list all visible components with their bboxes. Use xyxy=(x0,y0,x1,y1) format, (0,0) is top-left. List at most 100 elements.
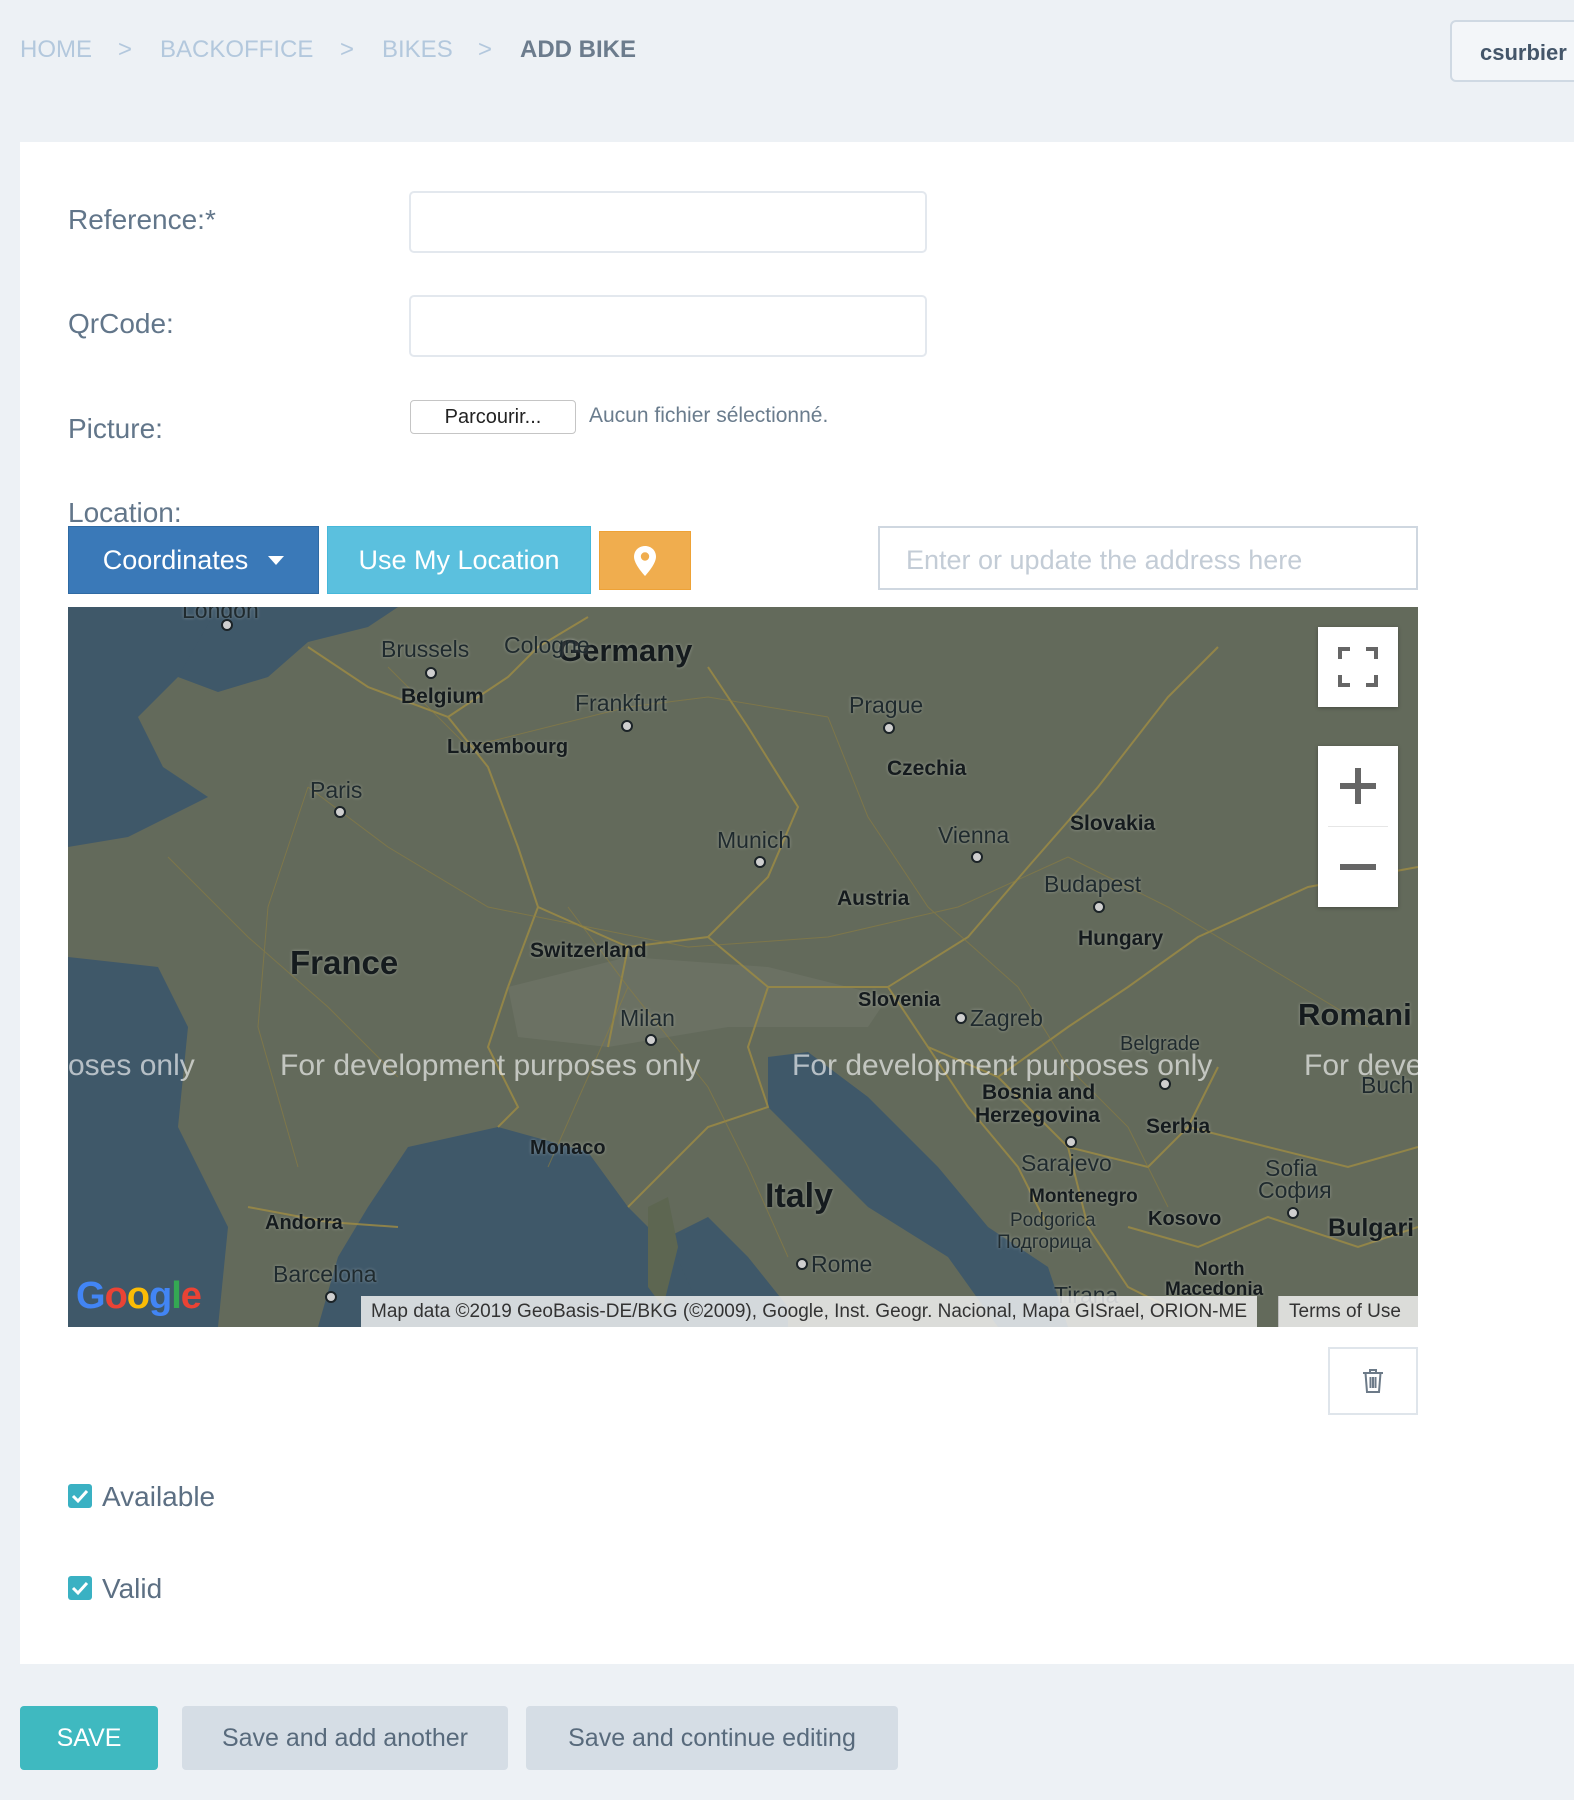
map-marker-icon xyxy=(634,545,656,576)
city-dot xyxy=(425,667,437,679)
breadcrumb-bikes[interactable]: BIKES xyxy=(382,36,453,64)
checkmark-icon xyxy=(71,1581,89,1596)
map-label: Herzegovina xyxy=(975,1104,1100,1127)
map-label: Luxembourg xyxy=(447,736,569,758)
address-placeholder: Enter or update the address here xyxy=(906,545,1303,575)
map-label: Paris xyxy=(310,777,363,803)
google-logo: Google xyxy=(76,1275,202,1317)
reference-input[interactable] xyxy=(409,191,927,253)
breadcrumb-separator: > xyxy=(478,36,493,63)
map-label: Brussels xyxy=(381,636,470,662)
map[interactable]: Germany Belgium Luxembourg Czechia Slova… xyxy=(68,607,1418,1327)
breadcrumb-current: ADD BIKE xyxy=(520,36,637,63)
zoom-control xyxy=(1318,746,1398,907)
map-label: Подгорица xyxy=(997,1232,1092,1253)
city-dot xyxy=(334,806,346,818)
city-dot xyxy=(883,722,895,734)
save-and-continue-button[interactable]: Save and continue editing xyxy=(526,1706,898,1770)
city-dot xyxy=(955,1012,967,1024)
clear-location-button[interactable] xyxy=(1328,1347,1418,1415)
use-my-location-button[interactable]: Use My Location xyxy=(327,526,591,594)
city-dot xyxy=(971,851,983,863)
map-label: Vienna xyxy=(938,822,1010,848)
map-label: София xyxy=(1258,1177,1332,1203)
use-my-location-label: Use My Location xyxy=(358,544,560,575)
qrcode-input[interactable] xyxy=(409,295,927,357)
city-dot xyxy=(1287,1207,1299,1219)
city-dot xyxy=(1093,901,1105,913)
map-label: Cologne xyxy=(504,632,590,658)
breadcrumb-home[interactable]: HOME xyxy=(20,36,92,64)
city-dot xyxy=(796,1258,808,1270)
trash-icon xyxy=(1363,1369,1383,1393)
address-input[interactable]: Enter or update the address here xyxy=(878,526,1418,590)
map-label: Podgorica xyxy=(1010,1210,1096,1231)
fullscreen-icon xyxy=(1338,647,1378,687)
fullscreen-button[interactable] xyxy=(1318,627,1398,707)
available-checkbox[interactable] xyxy=(68,1484,92,1508)
valid-label: Valid xyxy=(102,1573,163,1604)
map-label: Montenegro xyxy=(1029,1186,1138,1207)
zoom-out-button[interactable] xyxy=(1318,827,1398,907)
minus-icon xyxy=(1340,864,1376,870)
terms-of-use-link[interactable]: Terms of Use xyxy=(1278,1296,1418,1327)
map-label: Romani xyxy=(1298,997,1412,1032)
map-label: Switzerland xyxy=(530,939,647,962)
map-label: Andorra xyxy=(265,1212,343,1234)
city-dot xyxy=(754,856,766,868)
map-label: Zagreb xyxy=(970,1005,1043,1031)
save-button[interactable]: SAVE xyxy=(20,1706,158,1770)
qrcode-label: QrCode: xyxy=(68,308,174,339)
map-label: Bulgari xyxy=(1328,1214,1415,1242)
picture-label: Picture: xyxy=(68,413,163,444)
caret-down-icon xyxy=(268,555,285,565)
user-menu-button[interactable]: csurbier xyxy=(1450,20,1574,82)
map-label: Italy xyxy=(765,1177,834,1215)
reference-label: Reference:* xyxy=(68,204,216,235)
map-label: Sarajevo xyxy=(1021,1150,1112,1176)
map-watermark: For development purposes only xyxy=(280,1049,701,1082)
map-label: Barcelona xyxy=(273,1261,377,1287)
browse-file-button[interactable]: Parcourir... xyxy=(410,400,576,434)
city-dot xyxy=(621,720,633,732)
coordinates-dropdown[interactable]: Coordinates xyxy=(68,526,319,594)
valid-checkbox[interactable] xyxy=(68,1576,92,1600)
breadcrumb-backoffice[interactable]: BACKOFFICE xyxy=(160,36,313,64)
map-watermark: For deve xyxy=(1304,1049,1418,1082)
map-watermark: For development purposes only xyxy=(792,1049,1213,1082)
map-label: France xyxy=(290,944,399,981)
map-label: Frankfurt xyxy=(575,690,668,716)
username: csurbier xyxy=(1480,40,1567,65)
file-status: Aucun fichier sélectionné. xyxy=(589,404,829,427)
map-label: Munich xyxy=(717,827,792,853)
map-label: Slovakia xyxy=(1070,812,1156,835)
map-label: Kosovo xyxy=(1148,1208,1222,1230)
map-label: London xyxy=(182,607,259,623)
map-watermark: oses only xyxy=(68,1049,195,1082)
city-dot xyxy=(221,619,233,631)
map-label: North xyxy=(1194,1259,1245,1280)
map-pin-button[interactable] xyxy=(599,531,691,590)
coordinates-label: Coordinates xyxy=(102,544,249,575)
plus-icon xyxy=(1340,768,1376,804)
map-label: Belgium xyxy=(401,685,484,708)
map-label: Rome xyxy=(811,1251,873,1277)
map-attribution: Map data ©2019 GeoBasis-DE/BKG (©2009), … xyxy=(361,1296,1257,1327)
map-label: Monaco xyxy=(530,1137,606,1159)
breadcrumb-separator: > xyxy=(340,36,355,63)
breadcrumb-separator: > xyxy=(118,36,133,63)
map-label: Hungary xyxy=(1078,927,1164,950)
available-label: Available xyxy=(102,1481,216,1512)
location-label: Location: xyxy=(68,497,182,528)
map-label: Austria xyxy=(837,887,910,910)
map-label: Prague xyxy=(849,692,924,718)
city-dot xyxy=(1065,1136,1077,1148)
checkmark-icon xyxy=(71,1489,89,1504)
map-label: Milan xyxy=(620,1005,675,1031)
map-label: Serbia xyxy=(1146,1115,1211,1138)
map-label: Czechia xyxy=(887,757,967,780)
zoom-in-button[interactable] xyxy=(1318,746,1398,826)
save-and-add-another-button[interactable]: Save and add another xyxy=(182,1706,508,1770)
map-label: Budapest xyxy=(1044,871,1142,897)
city-dot xyxy=(645,1034,657,1046)
